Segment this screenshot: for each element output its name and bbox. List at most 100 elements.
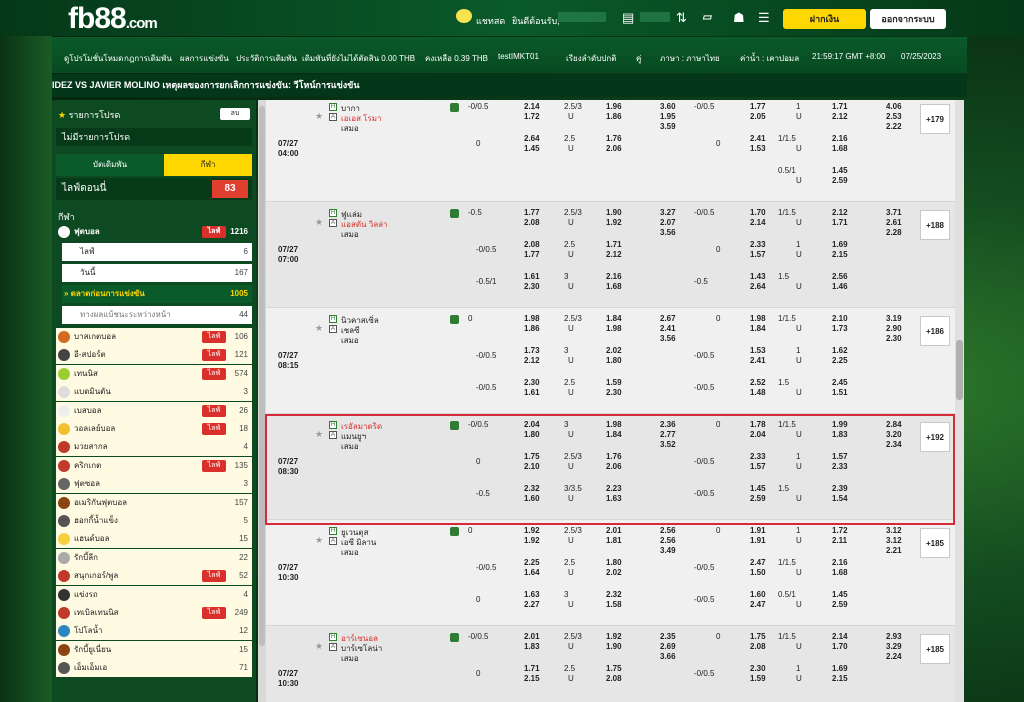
odds-cell[interactable]: 1.70: [750, 208, 766, 217]
odds-1x2-1h[interactable]: 2.53: [886, 112, 902, 121]
odds-cell[interactable]: 2.01: [606, 526, 622, 535]
sidebar-item-sport[interactable]: อเมริกันฟุตบอล 157: [56, 493, 252, 512]
odds-cell[interactable]: 1.90: [606, 642, 622, 651]
odds-1x2-1h[interactable]: 2.90: [886, 324, 902, 333]
odds-cell[interactable]: 2.25: [524, 558, 540, 567]
odds-cell[interactable]: 2.47: [750, 600, 766, 609]
sidebar-sub-today[interactable]: วันนี้ 167: [62, 264, 252, 282]
odds-cell[interactable]: 1.91: [750, 536, 766, 545]
balance-icon[interactable]: ▤: [622, 10, 634, 26]
odds-cell[interactable]: 2.59: [832, 176, 848, 185]
odds-cell[interactable]: 2.08: [524, 240, 540, 249]
odds-cell[interactable]: 2.45: [832, 378, 848, 387]
chat-icon[interactable]: [456, 9, 472, 23]
more-markets-button[interactable]: +186: [920, 316, 950, 346]
odds-cell[interactable]: 1.86: [606, 112, 622, 121]
home-stat-icon[interactable]: H: [329, 315, 337, 323]
odds-1x2-1h[interactable]: 3.12: [886, 536, 902, 545]
odds-cell[interactable]: 1.45: [832, 166, 848, 175]
sidebar-item-sport[interactable]: วอลเลย์บอล ไลฟ์ 18: [56, 420, 252, 438]
odds-cell[interactable]: 1.92: [524, 526, 540, 535]
odds-cell[interactable]: 1.69: [832, 664, 848, 673]
sidebar-item-sport[interactable]: สนุกเกอร์/พูล ไลฟ์ 52: [56, 567, 252, 586]
odds-cell[interactable]: 1.46: [832, 282, 848, 291]
more-markets-button[interactable]: +185: [920, 634, 950, 664]
more-markets-button[interactable]: +185: [920, 528, 950, 558]
promo-icon[interactable]: ▭: [702, 12, 711, 23]
odds-1x2[interactable]: 2.69: [660, 642, 676, 651]
odds-cell[interactable]: 2.11: [832, 536, 847, 545]
odds-cell[interactable]: 2.33: [750, 240, 766, 249]
odds-cell[interactable]: 2.08: [524, 218, 540, 227]
odds-cell[interactable]: 1.69: [832, 240, 848, 249]
odds-1x2[interactable]: 3.60: [660, 102, 676, 111]
odds-cell[interactable]: 2.12: [832, 208, 848, 217]
odds-cell[interactable]: 2.16: [832, 558, 848, 567]
home-stat-icon[interactable]: H: [329, 633, 337, 641]
odds-cell[interactable]: 1.68: [832, 144, 848, 153]
odds-cell[interactable]: 1.72: [832, 526, 848, 535]
away-stat-icon[interactable]: A: [329, 219, 337, 227]
odds-1x2[interactable]: 3.56: [660, 334, 676, 343]
field-icon[interactable]: [450, 633, 459, 642]
nav-unsettled[interactable]: เดิมพันที่ยังไม่ได้ตัดสิน 0.00 THB: [302, 52, 415, 65]
odds-cell[interactable]: 2.30: [750, 664, 766, 673]
odds-cell[interactable]: 1.71: [606, 240, 622, 249]
sidebar-sub-early[interactable]: » ตลาดก่อนการแข่งขัน 1005: [62, 285, 252, 303]
odds-1x2-1h[interactable]: 3.19: [886, 314, 902, 323]
favorite-star-icon[interactable]: ★: [315, 323, 323, 334]
odds-cell[interactable]: 1.86: [524, 324, 540, 333]
odds-cell[interactable]: 1.43: [750, 272, 766, 281]
odds-cell[interactable]: 1.71: [832, 102, 848, 111]
odds-cell[interactable]: 2.15: [832, 674, 848, 683]
refresh-icon[interactable]: ⇅: [676, 10, 687, 26]
odds-cell[interactable]: 1.80: [606, 558, 622, 567]
odds-1x2[interactable]: 2.56: [660, 526, 676, 535]
odds-cell[interactable]: 2.32: [606, 590, 622, 599]
odds-1x2-1h[interactable]: 2.30: [886, 334, 902, 343]
odds-cell[interactable]: 2.64: [524, 134, 540, 143]
odds-1x2-1h[interactable]: 3.71: [886, 208, 902, 217]
sidebar-item-sport[interactable]: เทเบิลเทนนิส ไลฟ์ 249: [56, 604, 252, 622]
nav-results[interactable]: ผลการแข่งขัน: [180, 52, 229, 65]
odds-cell[interactable]: 1.77: [524, 208, 540, 217]
odds-1x2-1h[interactable]: 2.93: [886, 632, 902, 641]
favorite-star-icon[interactable]: ★: [315, 535, 323, 546]
odds-cell[interactable]: 2.25: [832, 356, 848, 365]
odds-cell[interactable]: 2.15: [832, 250, 848, 259]
odds-1x2-1h[interactable]: 3.29: [886, 642, 902, 651]
odds-cell[interactable]: 2.08: [606, 674, 622, 683]
odds-1x2[interactable]: 2.41: [660, 324, 676, 333]
logout-button[interactable]: ออกจากระบบ: [870, 9, 946, 29]
sidebar-item-sport[interactable]: รักบี้ลีก 22: [56, 548, 252, 567]
sidebar-item-sport[interactable]: มวยสากล 4: [56, 438, 252, 457]
odds-cell[interactable]: 1.73: [832, 324, 848, 333]
odds-cell[interactable]: 2.56: [832, 272, 848, 281]
list-icon[interactable]: ☰: [758, 10, 770, 26]
odds-cell[interactable]: 1.75: [750, 632, 766, 641]
odds-cell[interactable]: 1.53: [750, 346, 766, 355]
tab-betslip[interactable]: บัตเดิมพัน: [56, 154, 164, 176]
more-markets-button[interactable]: +179: [920, 104, 950, 134]
odds-cell[interactable]: 1.48: [750, 388, 766, 397]
field-icon[interactable]: [450, 527, 459, 536]
odds-cell[interactable]: 2.15: [524, 674, 540, 683]
odds-1x2[interactable]: 1.95: [660, 112, 676, 121]
odds-cell[interactable]: 1.96: [606, 102, 622, 111]
sidebar-item-sport[interactable]: แบดมินตัน 3: [56, 383, 252, 402]
favorite-star-icon[interactable]: ★: [315, 641, 323, 652]
odds-cell[interactable]: 1.59: [750, 674, 766, 683]
odds-cell[interactable]: 2.59: [832, 600, 848, 609]
odds-cell[interactable]: 1.84: [606, 314, 622, 323]
odds-cell[interactable]: 1.92: [606, 632, 622, 641]
odds-cell[interactable]: 1.75: [606, 664, 622, 673]
odds-cell[interactable]: 1.71: [832, 218, 848, 227]
away-stat-icon[interactable]: A: [329, 113, 337, 121]
odds-cell[interactable]: 2.14: [832, 632, 848, 641]
odds-cell[interactable]: 2.47: [750, 558, 766, 567]
odds-cell[interactable]: 1.98: [606, 324, 622, 333]
sidebar-sub-outright[interactable]: ทางผลแบ้ชนะระหว่างหน้า 44: [62, 306, 252, 324]
sidebar-item-sport[interactable]: โปโลน้ำ 12: [56, 622, 252, 641]
odds-1x2-1h[interactable]: 2.28: [886, 228, 902, 237]
odds-cell[interactable]: 1.57: [750, 250, 766, 259]
